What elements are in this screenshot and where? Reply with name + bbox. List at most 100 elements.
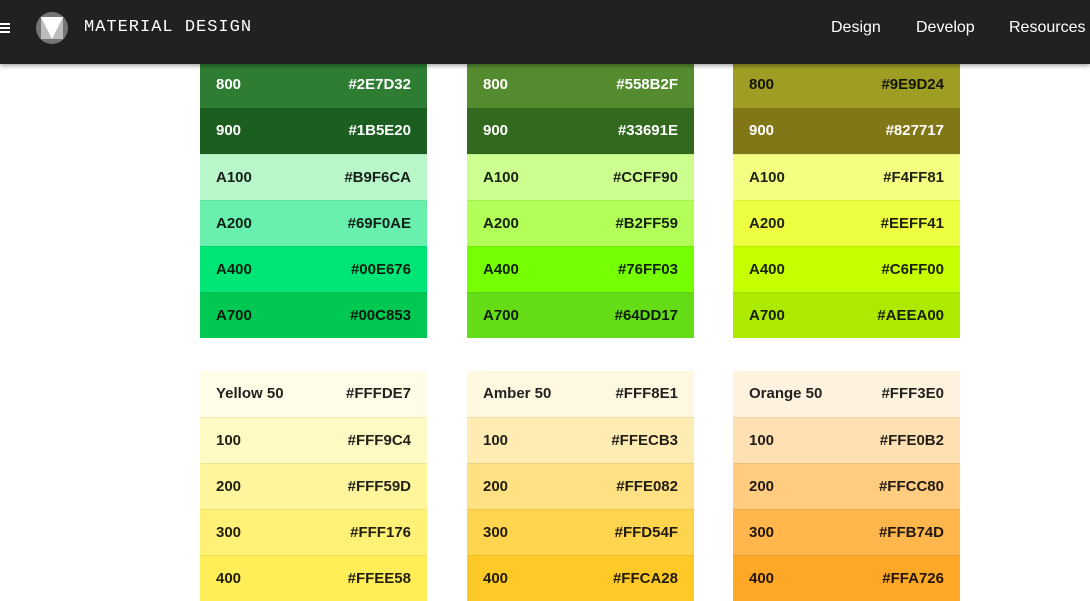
swatch-name: 100: [749, 432, 775, 449]
color-swatch-row[interactable]: 800 #2E7D32: [200, 62, 427, 108]
swatch-hex: #FFE0B2: [879, 432, 944, 449]
swatch-name: A200: [749, 215, 785, 232]
swatch-hex: #69F0AE: [347, 215, 411, 232]
color-swatch-row[interactable]: 100 #FFF9C4: [200, 417, 427, 463]
swatch-name: A400: [483, 261, 519, 278]
color-swatch-row[interactable]: 300 #FFB74D: [733, 509, 960, 555]
color-palette-orange: Orange 50 #FFF3E0 100 #FFE0B2 200 #FFCC80 300 #…: [733, 371, 960, 601]
color-swatch-row[interactable]: 200 #FFF59D: [200, 463, 427, 509]
swatch-name: 100: [216, 432, 242, 449]
color-swatch-row[interactable]: A100 #F4FF81: [733, 154, 960, 200]
swatch-hex: #FFE082: [616, 478, 678, 495]
tab-resources[interactable]: Resources: [1009, 0, 1085, 64]
swatch-name: 900: [483, 122, 509, 139]
color-swatch-row[interactable]: A200 #B2FF59: [467, 200, 694, 246]
swatch-hex: #CCFF90: [612, 169, 678, 186]
swatch-name: A100: [216, 169, 252, 186]
swatch-hex: #00C853: [350, 307, 411, 324]
swatch-hex: #33691E: [617, 122, 678, 139]
color-swatch-row[interactable]: 400 #FFEE58: [200, 555, 427, 601]
swatch-hex: #64DD17: [614, 307, 678, 324]
color-swatch-row[interactable]: 900 #33691E: [467, 108, 694, 154]
color-swatch-row[interactable]: 900 #1B5E20: [200, 108, 427, 154]
swatch-name: A700: [749, 307, 785, 324]
swatch-hex: #76FF03: [617, 261, 678, 278]
brand-title[interactable]: MATERIAL DESIGN: [84, 18, 252, 38]
swatch-hex: #FFF176: [350, 524, 411, 541]
color-swatch-row[interactable]: 900 #827717: [733, 108, 960, 154]
color-swatch-row[interactable]: A400 #00E676: [200, 246, 427, 292]
swatch-hex: #FFEE58: [347, 570, 411, 587]
color-palette-lime: 800 #9E9D24 900 #827717 A100 #F4FF81 A200 #EEFF…: [733, 62, 960, 338]
swatch-name: Amber 50: [483, 385, 552, 402]
swatch-name: Orange 50: [749, 385, 823, 402]
swatch-name: 800: [483, 76, 509, 93]
color-swatch-row[interactable]: A400 #76FF03: [467, 246, 694, 292]
swatch-hex: #FFF9C4: [347, 432, 411, 449]
color-swatch-row[interactable]: 200 #FFE082: [467, 463, 694, 509]
color-swatch-row[interactable]: 300 #FFD54F: [467, 509, 694, 555]
swatch-name: 800: [216, 76, 242, 93]
tab-design[interactable]: Design: [831, 0, 881, 64]
swatch-name: 900: [749, 122, 775, 139]
swatch-name: 400: [216, 570, 242, 587]
swatch-name: 200: [749, 478, 775, 495]
color-swatch-row[interactable]: A200 #69F0AE: [200, 200, 427, 246]
color-swatch-row[interactable]: A100 #CCFF90: [467, 154, 694, 200]
color-swatch-row[interactable]: 100 #FFE0B2: [733, 417, 960, 463]
swatch-hex: #FFA726: [882, 570, 944, 587]
color-palette-amber: Amber 50 #FFF8E1 100 #FFECB3 200 #FFE082 300 #F…: [467, 371, 694, 601]
swatch-hex: #FFCA28: [612, 570, 678, 587]
swatch-hex: #C6FF00: [881, 261, 944, 278]
swatch-hex: #FFECB3: [611, 432, 678, 449]
color-swatch-row[interactable]: 100 #FFECB3: [467, 417, 694, 463]
color-swatch-row[interactable]: Orange 50 #FFF3E0: [733, 371, 960, 417]
swatch-hex: #1B5E20: [348, 122, 411, 139]
color-swatch-row[interactable]: A700 #64DD17: [467, 292, 694, 338]
color-swatch-row[interactable]: 800 #9E9D24: [733, 62, 960, 108]
color-swatch-row[interactable]: 300 #FFF176: [200, 509, 427, 555]
swatch-name: A700: [216, 307, 252, 324]
swatch-hex: #F4FF81: [883, 169, 944, 186]
color-palette-green: 800 #2E7D32 900 #1B5E20 A100 #B9F6CA A200 #69F0…: [200, 62, 427, 338]
swatch-name: A400: [216, 261, 252, 278]
swatch-name: Yellow 50: [216, 385, 284, 402]
menu-icon[interactable]: [0, 21, 10, 35]
swatch-name: 200: [483, 478, 509, 495]
swatch-hex: #FFF59D: [347, 478, 411, 495]
swatch-hex: #558B2F: [616, 76, 678, 93]
tab-develop[interactable]: Develop: [916, 0, 975, 64]
color-swatch-row[interactable]: A100 #B9F6CA: [200, 154, 427, 200]
swatch-name: A200: [483, 215, 519, 232]
color-swatch-row[interactable]: Yellow 50 #FFFDE7: [200, 371, 427, 417]
color-swatch-row[interactable]: A200 #EEFF41: [733, 200, 960, 246]
swatch-hex: #9E9D24: [881, 76, 944, 93]
color-swatch-row[interactable]: 400 #FFCA28: [467, 555, 694, 601]
swatch-name: 400: [483, 570, 509, 587]
color-swatch-row[interactable]: 400 #FFA726: [733, 555, 960, 601]
color-swatch-row[interactable]: A700 #00C853: [200, 292, 427, 338]
swatch-hex: #AEEA00: [877, 307, 944, 324]
swatch-hex: #2E7D32: [348, 76, 411, 93]
color-swatch-row[interactable]: A700 #AEEA00: [733, 292, 960, 338]
swatch-name: A100: [483, 169, 519, 186]
swatch-hex: #FFFDE7: [345, 385, 411, 402]
swatch-name: 800: [749, 76, 775, 93]
swatch-name: 100: [483, 432, 509, 449]
color-swatch-row[interactable]: Amber 50 #FFF8E1: [467, 371, 694, 417]
color-swatch-row[interactable]: 200 #FFCC80: [733, 463, 960, 509]
swatch-hex: #FFB74D: [878, 524, 944, 541]
color-swatch-row[interactable]: A400 #C6FF00: [733, 246, 960, 292]
swatch-hex: #00E676: [350, 261, 411, 278]
material-logo-icon[interactable]: [36, 12, 68, 44]
swatch-name: 300: [749, 524, 775, 541]
swatch-hex: #FFF3E0: [881, 385, 944, 402]
swatch-hex: #B9F6CA: [344, 169, 411, 186]
swatch-hex: #FFD54F: [614, 524, 678, 541]
swatch-name: A100: [749, 169, 785, 186]
color-swatch-row[interactable]: 800 #558B2F: [467, 62, 694, 108]
swatch-name: 900: [216, 122, 242, 139]
swatch-hex: #B2FF59: [615, 215, 678, 232]
swatch-hex: #827717: [885, 122, 944, 139]
swatch-hex: #FFF8E1: [615, 385, 678, 402]
